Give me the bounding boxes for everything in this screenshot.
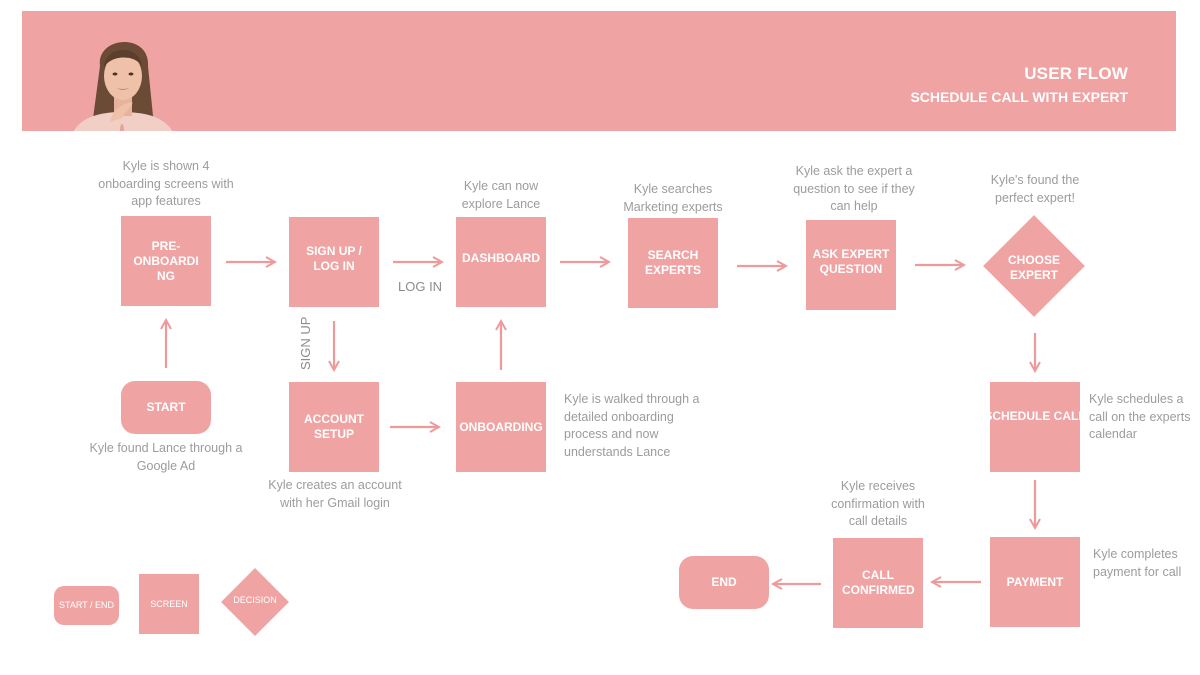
edge-label-log-in: LOG IN [398,279,443,294]
note-payment: Kyle completes payment for call [1093,547,1182,579]
note-dashboard: Kyle can now explore Lance [461,179,541,211]
note-onboarding: Kyle is walked through a detailed onboar… [564,392,700,459]
page-title: USER FLOW [1024,64,1128,83]
legend-screen: SCREEN [139,574,199,634]
node-account-setup-label: ACCOUNT SETUP [304,412,364,441]
node-call-confirmed[interactable]: CALL CONFIRMED [833,538,923,628]
node-schedule-call[interactable]: SCHEDULE CALL [984,382,1086,472]
legend-decision-label: DECISION [233,594,277,605]
node-onboarding[interactable]: ONBOARDING [456,382,546,472]
note-pre-onboarding: Kyle is shown 4 onboarding screens with … [98,159,234,208]
node-pre-onboarding-label: PRE-ONBOARDING [133,238,199,283]
persona-avatar [74,41,172,131]
node-payment[interactable]: PAYMENT [990,537,1080,627]
edge-label-sign-up: SIGN UP [298,316,313,370]
node-end[interactable]: END [679,556,769,609]
note-ask-expert: Kyle ask the expert a question to see if… [793,164,915,213]
node-search-experts-label: SEARCH EXPERTS [644,248,701,277]
node-start[interactable]: START [121,381,211,434]
node-ask-expert-question-label: ASK EXPERT QUESTION [812,247,890,276]
note-start: Kyle found Lance through a Google Ad [89,441,243,473]
note-account-setup: Kyle creates an account with her Gmail l… [268,478,402,510]
legend-start-end: START / END [54,586,119,625]
note-choose-expert: Kyle's found the perfect expert! [990,173,1080,205]
page-subtitle: SCHEDULE CALL WITH EXPERT [910,89,1128,105]
header-banner: USER FLOW SCHEDULE CALL WITH EXPERT [22,11,1176,131]
note-call-confirmed: Kyle receives confirmation with call det… [831,479,925,528]
node-sign-up-log-in[interactable]: SIGN UP / LOG IN [289,217,379,307]
node-pre-onboarding[interactable]: PRE-ONBOARDING [121,216,211,306]
node-account-setup[interactable]: ACCOUNT SETUP [289,382,379,472]
node-choose-expert-label: CHOOSE EXPERT [994,251,1074,285]
node-call-confirmed-label: CALL CONFIRMED [842,568,915,597]
node-search-experts[interactable]: SEARCH EXPERTS [628,218,718,308]
node-dashboard[interactable]: DASHBOARD [456,217,546,307]
node-ask-expert-question[interactable]: ASK EXPERT QUESTION [806,220,896,310]
note-search-experts: Kyle searches Marketing experts [623,182,723,214]
note-schedule-call: Kyle schedules a call on the experts cal… [1089,392,1191,441]
choose-expert-text: CHOOSE EXPERT [1007,253,1060,282]
